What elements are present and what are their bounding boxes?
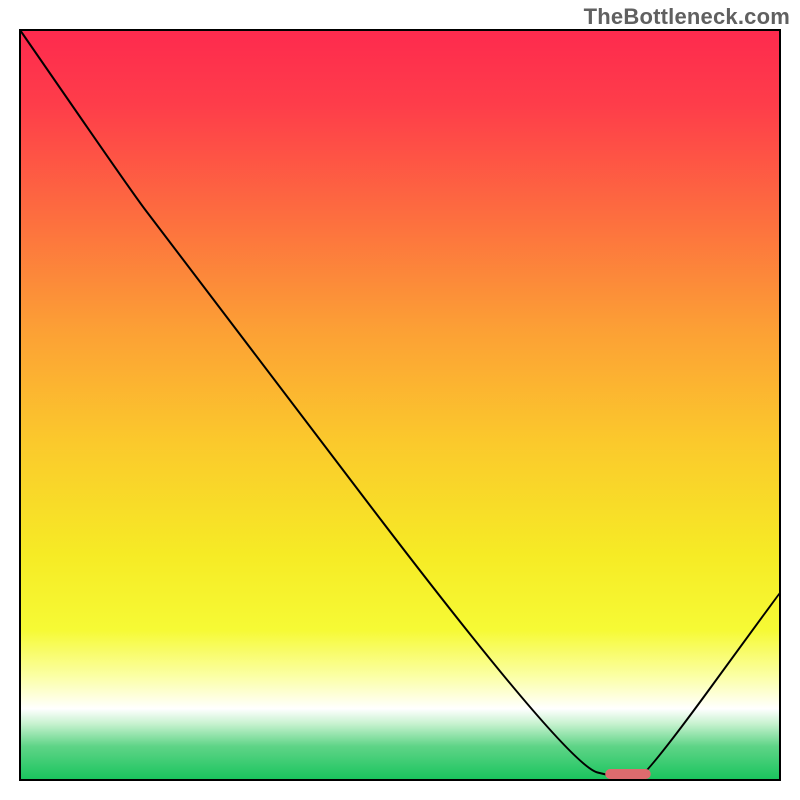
optimal-range-marker: [605, 769, 651, 779]
plot-background: [20, 30, 780, 780]
bottleneck-chart: [0, 0, 800, 800]
watermark-text: TheBottleneck.com: [584, 4, 790, 30]
